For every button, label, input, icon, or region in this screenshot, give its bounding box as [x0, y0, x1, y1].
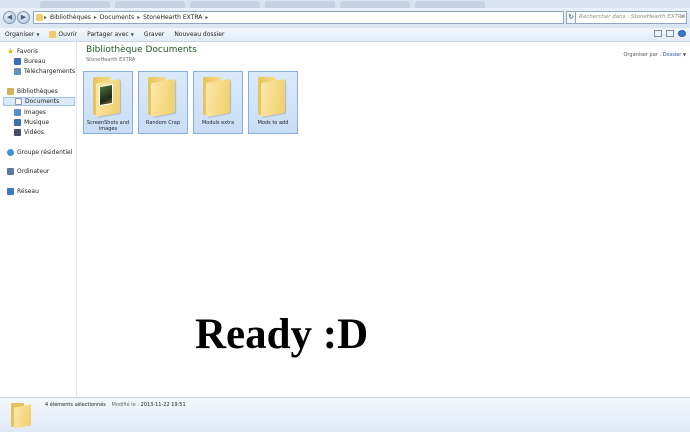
breadcrumb-documents[interactable]: Documents: [98, 14, 136, 21]
modified-value: 2013-11-22 19:51: [140, 402, 186, 408]
folder-name: Moduls extra: [201, 120, 235, 126]
music-icon: [14, 119, 21, 126]
folder-item[interactable]: Random Crap: [138, 71, 188, 134]
folder-icon: [258, 77, 288, 118]
browser-tab[interactable]: [115, 1, 185, 8]
folder-open-icon: [49, 31, 57, 38]
navigation-pane: ★ Favoris Bureau Téléchargements Biblioth…: [0, 42, 77, 397]
folder-name: Mods to add: [257, 120, 289, 126]
file-list-pane: Bibliothèque Documents StoneHearth EXTRA…: [77, 42, 690, 397]
library-title: Bibliothèque Documents: [86, 45, 197, 55]
sidebar-label: Ordinateur: [17, 168, 50, 175]
sidebar-label: Groupe résidentiel: [17, 149, 73, 156]
sidebar-item-desktop[interactable]: Bureau: [14, 57, 45, 66]
homegroup-icon: [7, 149, 14, 156]
burn-button[interactable]: Graver: [139, 31, 170, 38]
sidebar-label: Bibliothèques: [17, 88, 58, 95]
sidebar-label: Téléchargements: [24, 68, 76, 75]
sidebar-item-libraries[interactable]: Bibliothèques: [7, 87, 58, 96]
forward-button[interactable]: ▶: [17, 11, 30, 24]
images-icon: [14, 109, 21, 116]
folder-item[interactable]: ScreenShots and images: [83, 71, 133, 134]
open-button[interactable]: Ouvrir: [44, 31, 82, 38]
sidebar-item-documents[interactable]: Documents: [3, 97, 75, 106]
desktop-icon: [14, 58, 21, 65]
sidebar-item-network[interactable]: Réseau: [7, 187, 39, 196]
arrange-label: Organiser par :: [623, 52, 662, 58]
browser-tab-strip: [0, 0, 690, 8]
computer-icon: [7, 168, 14, 175]
browser-tab[interactable]: [265, 1, 335, 8]
folder-icon: [148, 77, 178, 118]
burn-label: Graver: [143, 31, 165, 38]
modified-label: Modifié le :: [111, 402, 140, 408]
folder-item[interactable]: Mods to add: [248, 71, 298, 134]
browser-tab[interactable]: [40, 1, 110, 8]
sidebar-label: Bureau: [24, 58, 46, 65]
sidebar-item-computer[interactable]: Ordinateur: [7, 167, 49, 176]
folder-icon: [11, 403, 31, 429]
browser-tab[interactable]: [190, 1, 260, 8]
sidebar-item-favorites[interactable]: ★ Favoris: [7, 47, 38, 56]
breadcrumb-stonehearth-extra[interactable]: StoneHearth EXTRA: [141, 14, 204, 21]
details-pane: 4 éléments sélectionnés Modifié le : 201…: [0, 397, 690, 432]
view-options-icon[interactable]: [654, 30, 662, 37]
sidebar-item-music[interactable]: Musique: [14, 118, 49, 127]
preview-pane-icon[interactable]: [666, 30, 674, 37]
overlay-caption: Ready :D: [195, 311, 369, 358]
back-button[interactable]: ◀: [3, 11, 16, 24]
help-icon[interactable]: [678, 30, 686, 37]
address-bar[interactable]: ▸ Bibliothèques ▸ Documents ▸ StoneHeart…: [33, 11, 564, 24]
address-bar-area: ◀ ▶ ▸ Bibliothèques ▸ Documents ▸ StoneH…: [0, 8, 690, 29]
browser-tab[interactable]: [340, 1, 410, 8]
sidebar-label: Documents: [25, 98, 60, 105]
search-input[interactable]: Rechercher dans : StoneHearth EXTRA ⌕: [575, 11, 687, 24]
breadcrumb-libraries[interactable]: Bibliothèques: [48, 14, 93, 21]
arrange-dropdown[interactable]: Dossier: [663, 52, 682, 58]
sidebar-item-downloads[interactable]: Téléchargements: [14, 67, 75, 76]
forward-arrow-icon: ▶: [20, 13, 27, 21]
folder-icon: [203, 77, 233, 118]
network-icon: [7, 188, 14, 195]
browser-tab[interactable]: [415, 1, 485, 8]
selection-count: 4 éléments sélectionnés: [45, 402, 106, 408]
sidebar-label: Réseau: [17, 188, 39, 195]
search-icon: ⌕: [680, 14, 684, 20]
sidebar-label: Vidéos: [24, 129, 44, 136]
sidebar-label: Images: [24, 109, 46, 116]
dropdown-caret-icon: ▼: [130, 32, 134, 37]
downloads-icon: [14, 68, 21, 75]
folder-name: ScreenShots and images: [86, 120, 130, 132]
refresh-icon: ↻: [568, 13, 574, 21]
star-icon: ★: [7, 47, 15, 56]
library-subtitle: StoneHearth EXTRA: [86, 57, 136, 63]
new-folder-label: Nouveau dossier: [174, 31, 225, 38]
sidebar-item-videos[interactable]: Vidéos: [14, 128, 44, 137]
command-bar: Organiser ▼ Ouvrir Partager avec ▼ Graver …: [0, 28, 690, 42]
open-label: Ouvrir: [58, 31, 78, 38]
status-text: 4 éléments sélectionnés Modifié le : 201…: [45, 402, 186, 408]
dropdown-caret-icon[interactable]: ▼: [683, 52, 686, 57]
sidebar-label: Favoris: [17, 48, 39, 55]
search-placeholder: Rechercher dans : StoneHearth EXTRA: [579, 14, 686, 20]
share-button[interactable]: Partager avec ▼: [82, 31, 139, 38]
back-arrow-icon: ◀: [6, 13, 13, 21]
organize-button[interactable]: Organiser ▼: [0, 31, 44, 38]
sidebar-item-images[interactable]: Images: [14, 108, 46, 117]
folder-item[interactable]: Moduls extra: [193, 71, 243, 134]
arrange-by: Organiser par : Dossier ▼: [624, 52, 687, 58]
breadcrumb-chevron-icon: ▸: [205, 14, 209, 21]
sidebar-label: Musique: [24, 119, 50, 126]
organize-label: Organiser: [5, 31, 35, 38]
videos-icon: [14, 129, 21, 136]
folder-icon: [93, 77, 123, 118]
library-icon: [7, 88, 14, 95]
documents-icon: [15, 98, 22, 105]
dropdown-caret-icon: ▼: [36, 32, 40, 37]
folder-name: Random Crap: [145, 120, 181, 126]
sidebar-item-homegroup[interactable]: Groupe résidentiel: [7, 148, 72, 157]
new-folder-button[interactable]: Nouveau dossier: [169, 31, 229, 38]
folder-icon: [36, 14, 43, 21]
share-label: Partager avec: [87, 31, 129, 38]
